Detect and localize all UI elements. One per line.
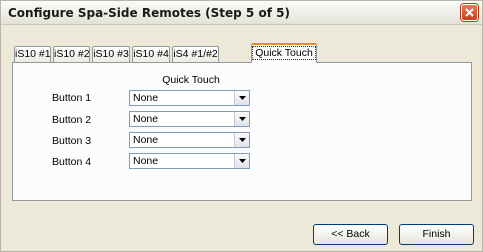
button-4-label: Button 4 [52, 156, 92, 168]
select-value: None [133, 92, 159, 104]
button-2-label: Button 2 [52, 114, 92, 126]
tab-quick-touch[interactable]: Quick Touch [251, 43, 317, 63]
chevron-down-icon [239, 138, 246, 142]
window-title: Configure Spa-Side Remotes (Step 5 of 5) [8, 6, 290, 20]
tab-is10-4[interactable]: iS10 #4 [132, 46, 170, 62]
tab-label: iS10 #2 [54, 48, 90, 60]
button-1-label: Button 1 [52, 92, 92, 104]
chevron-down-icon [239, 96, 246, 100]
button-1-select[interactable]: None [129, 90, 250, 106]
tab-label: iS4 #1/#2 [173, 48, 218, 60]
dialog-window: Configure Spa-Side Remotes (Step 5 of 5)… [0, 0, 483, 252]
back-button[interactable]: << Back [313, 224, 388, 245]
tab-is10-1[interactable]: iS10 #1 [14, 46, 51, 62]
finish-button[interactable]: Finish [399, 224, 474, 245]
tab-is4[interactable]: iS4 #1/#2 [172, 46, 219, 62]
tab-label: Quick Touch [252, 46, 316, 60]
select-value: None [133, 155, 159, 167]
tab-is10-3[interactable]: iS10 #3 [92, 46, 130, 62]
dropdown-arrow[interactable] [234, 112, 249, 126]
section-title: Quick Touch [162, 74, 220, 86]
close-icon [465, 8, 474, 17]
button-4-select[interactable]: None [129, 153, 250, 169]
select-value: None [133, 134, 159, 146]
dropdown-arrow[interactable] [234, 91, 249, 105]
button-3-label: Button 3 [52, 135, 92, 147]
dropdown-arrow[interactable] [234, 133, 249, 147]
dropdown-arrow[interactable] [234, 154, 249, 168]
select-value: None [133, 113, 159, 125]
chevron-down-icon [239, 159, 246, 163]
button-3-select[interactable]: None [129, 132, 250, 148]
tab-label: iS10 #1 [15, 48, 51, 60]
chevron-down-icon [239, 117, 246, 121]
title-bar[interactable]: Configure Spa-Side Remotes (Step 5 of 5) [1, 1, 482, 25]
close-button[interactable] [461, 4, 478, 21]
tab-label: iS10 #3 [93, 48, 129, 60]
button-2-select[interactable]: None [129, 111, 250, 127]
tab-label: iS10 #4 [133, 48, 169, 60]
tab-is10-2[interactable]: iS10 #2 [53, 46, 90, 62]
